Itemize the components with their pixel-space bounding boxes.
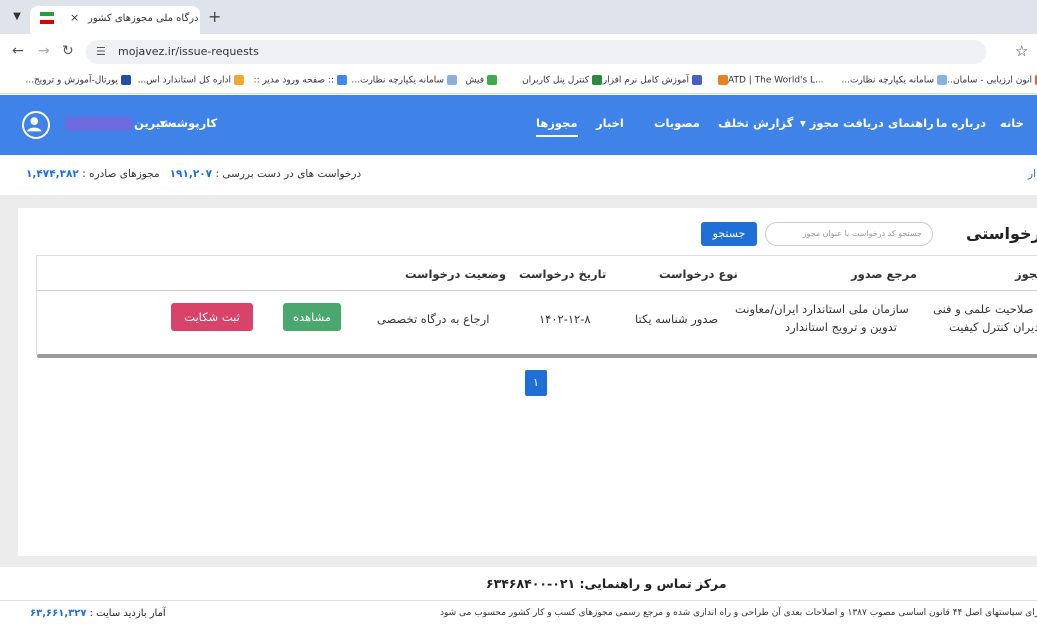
file-complaint-button[interactable]: ثبت شکایت [171, 303, 253, 331]
requests-card: ی درخواستی جستجو کد درخواست یا عنوان مجو… [18, 208, 1037, 556]
nav-guide-label: راهنمای دریافت مجوز [809, 116, 934, 130]
bookmark-item[interactable]: کنترل پنل کاربران [522, 75, 602, 86]
nav-permits[interactable]: مجوزها [536, 116, 578, 137]
search-input[interactable]: جستجو کد درخواست یا عنوان مجوز [765, 222, 933, 246]
tab-close-icon[interactable]: × [70, 11, 79, 24]
user-first-name: شیرین [134, 116, 172, 130]
page-title: ی درخواستی [966, 224, 1037, 243]
issued-count: ۱,۴۷۴,۳۸۲ [26, 168, 79, 180]
bookmark-favicon-icon [692, 75, 702, 85]
visit-label: آمار بازدید سایت : [89, 608, 166, 619]
url-field[interactable]: ☰ mojavez.ir/issue-requests [86, 40, 986, 64]
bookmark-favicon-icon [937, 75, 947, 85]
redacted-name [64, 116, 134, 131]
browser-address-bar: ← → ↻ ☰ mojavez.ir/issue-requests ☆ [0, 34, 1037, 70]
review-count: ۱۹۱,۲۰۷ [169, 168, 213, 180]
stats-strip: درخواست های در دست بررسی : ۱۹۱,۲۰۷ مجوزه… [0, 155, 1037, 195]
permit-title-line1: واهی صلاحیت علمی و فنی [933, 302, 1037, 316]
bookmark-item[interactable]: :: صفحه ورود مدیر :: [254, 75, 347, 86]
site-header: خانه درباره ما راهنمای دریافت مجوز ▾ گزا… [0, 95, 1037, 155]
request-date: ۱۴۰۲-۱۲-۸ [539, 312, 591, 326]
bookmark-favicon-icon [337, 75, 347, 85]
bookmark-favicon-icon [718, 75, 728, 85]
bookmark-item[interactable]: پورتال-آموزش و ترویج... [25, 75, 131, 86]
horizontal-scrollbar[interactable] [37, 354, 1037, 358]
column-header-status: وضعیت درخواست [405, 267, 507, 281]
column-header-permit-title: وان مجوز [1015, 267, 1037, 281]
bookmark-item[interactable]: اداره کل استاندارد اس... [138, 75, 244, 86]
bookmark-favicon-icon [447, 75, 457, 85]
chevron-down-icon: ▾ [800, 116, 806, 130]
request-status: ارجاع به درگاه تخصصی [377, 312, 490, 326]
header-divider [37, 290, 1037, 291]
tab-search-chevron-icon[interactable]: ▼ [8, 9, 26, 25]
permit-title-line2: دیران کنترل کیفیت [949, 320, 1037, 334]
back-arrow-icon[interactable]: ← [12, 43, 24, 59]
user-avatar-icon[interactable] [22, 111, 50, 139]
iran-flag-favicon-icon [40, 12, 54, 24]
bookmark-item[interactable]: فیش [466, 75, 497, 86]
forward-arrow-icon[interactable]: → [38, 43, 50, 59]
nav-home[interactable]: خانه [1000, 116, 1024, 130]
site-footer: مرکز تماس و راهنمایی: ۰۲۱-۶۳۴۶۸۴۰۰ آمار … [0, 567, 1037, 624]
requests-table: وان مجوز مرجع صدور نوع درخواست تاریخ درخ… [36, 255, 1037, 358]
column-header-issuer: مرجع صدور [851, 267, 917, 281]
contact-center: مرکز تماس و راهنمایی: ۰۲۱-۶۳۴۶۸۴۰۰ [486, 576, 727, 591]
nav-violation-report[interactable]: گزارش تخلف [718, 116, 793, 130]
bookmark-favicon-icon [234, 75, 244, 85]
column-header-request-date: تاریخ درخواست [519, 267, 607, 281]
column-header-request-type: نوع درخواست [659, 267, 738, 281]
bookmark-star-icon[interactable]: ☆ [1015, 42, 1028, 60]
bookmark-item[interactable]: سامانه یکپارچه نظارت... [841, 75, 947, 86]
review-label: درخواست های در دست بررسی : [215, 168, 362, 180]
issuer-line2: تدوین و ترویج استاندارد [785, 320, 897, 334]
stats-edge-text: ار [1028, 168, 1036, 180]
reload-icon[interactable]: ↻ [62, 43, 74, 59]
site-settings-icon[interactable]: ☰ [96, 45, 106, 58]
pagination-page-1[interactable]: ۱ [525, 370, 547, 396]
search-button[interactable]: جستجو [701, 222, 757, 246]
bookmark-item[interactable]: انون ارزیابی - سامان... [944, 75, 1037, 86]
bookmark-favicon-icon [592, 75, 602, 85]
stats-summary: درخواست های در دست بررسی : ۱۹۱,۲۰۷ مجوزه… [26, 168, 361, 180]
issuer-line1: سازمان ملی استاندارد ایران/معاونت [735, 302, 909, 316]
bookmark-favicon-icon [487, 75, 497, 85]
legal-notice: اجرای سیاستهای اصل ۴۴ قانون اساسی مصوب ۱… [440, 608, 1037, 618]
footer-divider [0, 600, 1037, 601]
new-tab-button[interactable]: + [208, 7, 221, 26]
request-type: صدور شناسه یکتا [635, 312, 719, 326]
nav-approvals[interactable]: مصوبات [654, 116, 700, 130]
nav-about[interactable]: درباره ما [936, 116, 986, 130]
visit-stats: آمار بازدید سایت : ۶۳,۶۶۱,۳۲۷ [30, 608, 166, 619]
user-name[interactable]: شیرین [60, 116, 172, 131]
issued-label: مجوزهای صادره : [82, 168, 160, 180]
bookmark-item[interactable]: آموزش کامل نرم افزار... [594, 75, 702, 86]
bookmark-favicon-icon [121, 75, 131, 85]
view-button[interactable]: مشاهده [283, 303, 341, 331]
nav-guide[interactable]: راهنمای دریافت مجوز ▾ [800, 116, 934, 130]
bookmarks-bar: انون ارزیابی - سامان... سامانه یکپارچه ن… [0, 70, 1037, 94]
browser-tab[interactable]: × درگاه ملی مجوزهای کشور [30, 6, 200, 34]
bookmark-item[interactable]: ATD | The World's L... [715, 75, 824, 86]
url-text[interactable]: mojavez.ir/issue-requests [118, 45, 259, 58]
cartable-label: کارپوشه [169, 116, 218, 130]
bookmark-item[interactable]: سامانه یکپارچه نظارت... [351, 75, 457, 86]
visit-count: ۶۳,۶۶۱,۳۲۷ [30, 608, 87, 619]
browser-tab-bar: ▼ × درگاه ملی مجوزهای کشور + [0, 0, 1037, 34]
tab-title: درگاه ملی مجوزهای کشور [88, 13, 199, 24]
nav-news[interactable]: اخبار [596, 116, 624, 130]
